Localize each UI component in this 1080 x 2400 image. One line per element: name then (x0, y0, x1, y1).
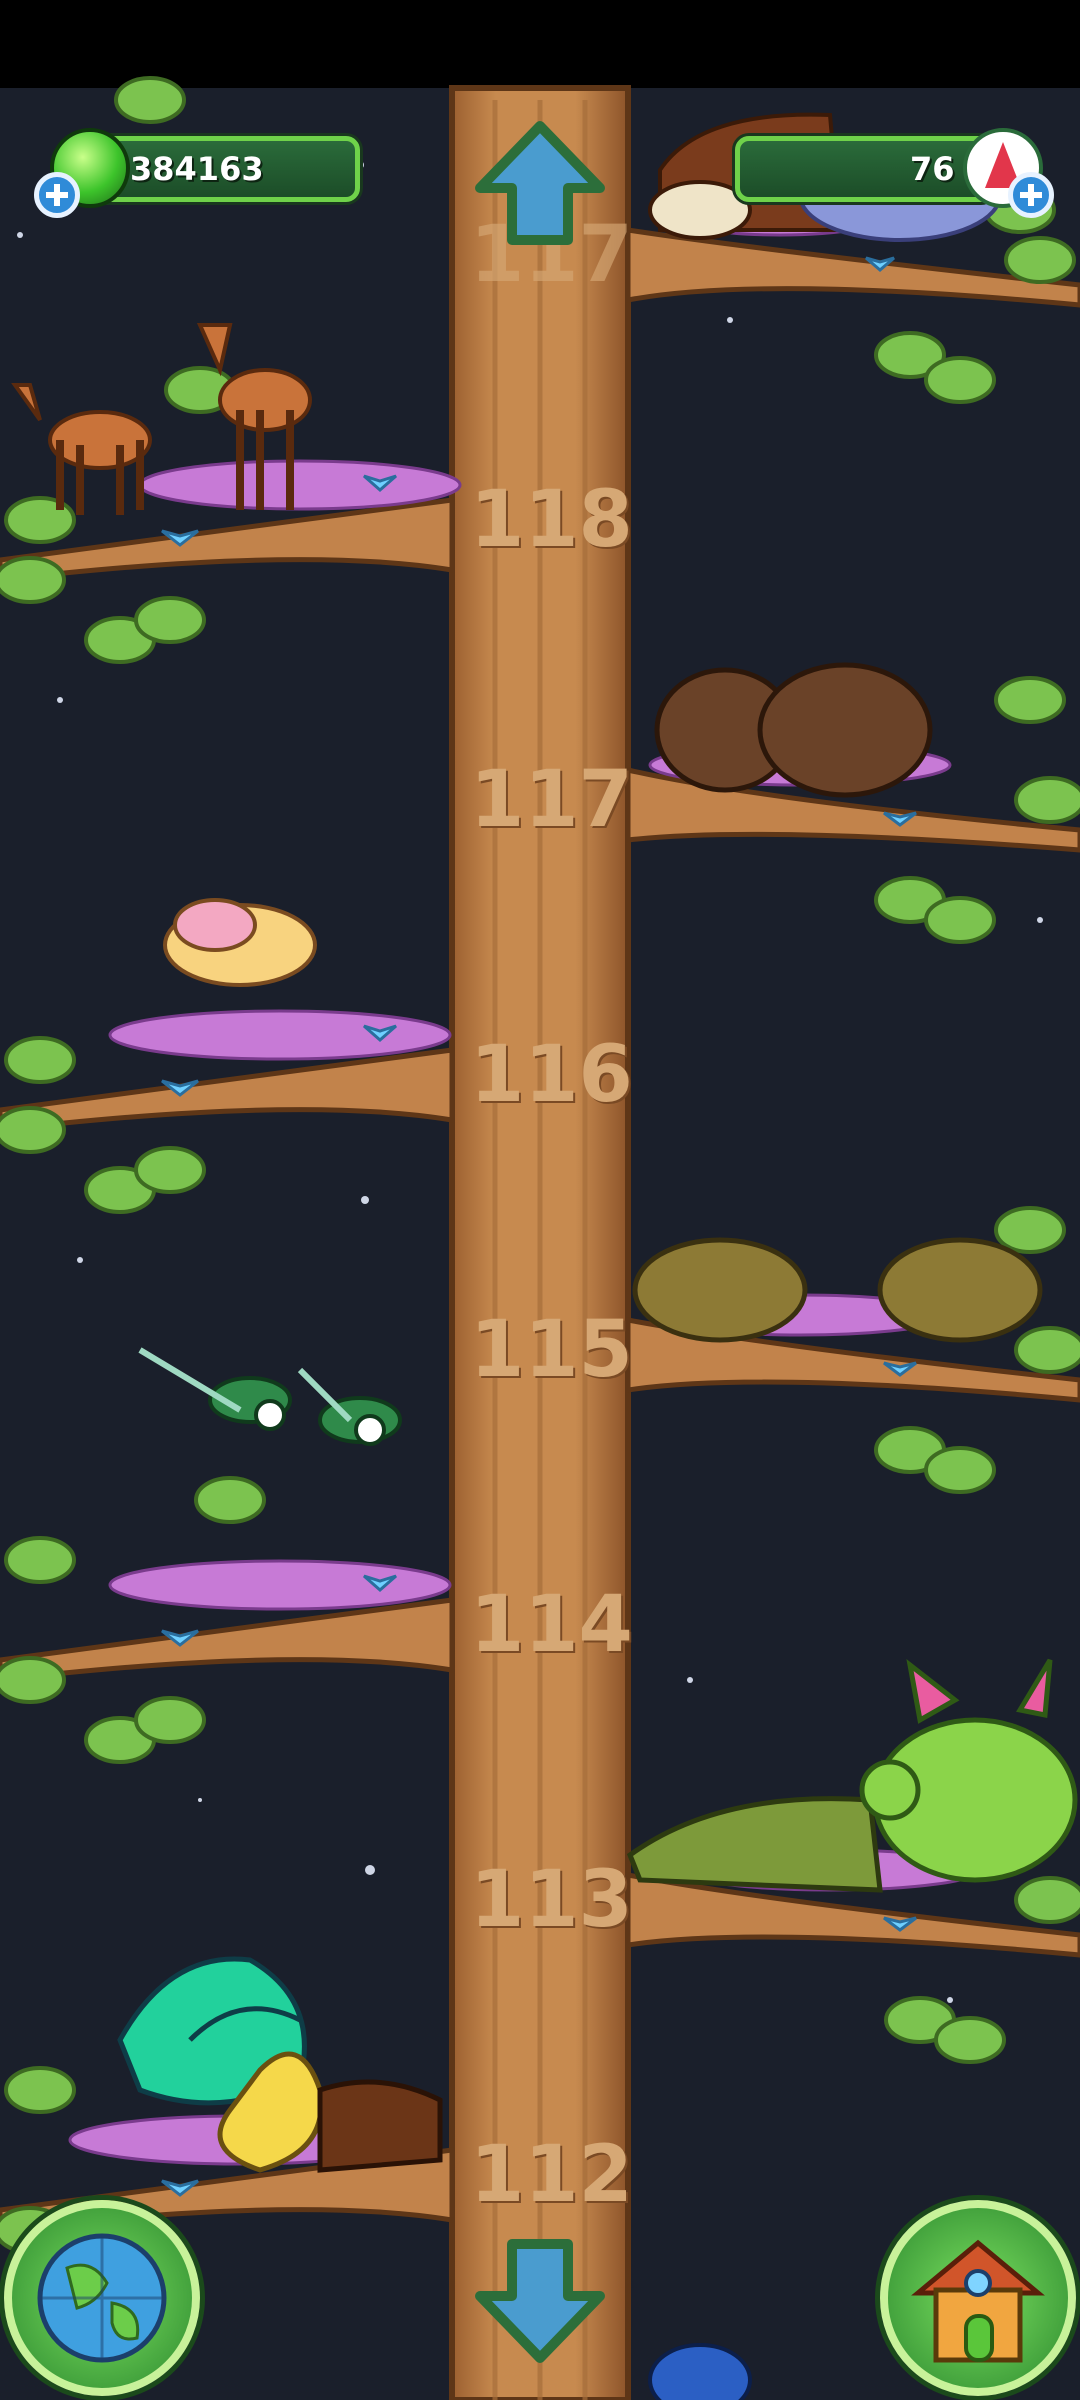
level-number: 117 (470, 755, 633, 845)
scroll-up-button[interactable] (470, 118, 610, 248)
gem-counter-bar (735, 136, 995, 202)
wombat-animal[interactable] (654, 662, 933, 798)
level-number: 113 (470, 1855, 633, 1945)
arrow-up-icon (475, 121, 605, 245)
scroll-down-button[interactable] (470, 2236, 610, 2366)
house-icon (911, 2239, 1045, 2363)
add-food-button[interactable] (34, 172, 80, 218)
level-number: 112 (470, 2130, 633, 2220)
add-gems-button[interactable] (1008, 172, 1054, 218)
bunny-animal[interactable] (163, 898, 317, 987)
crocodile-animal[interactable] (626, 1796, 883, 1893)
tree-scene (0, 0, 1080, 2400)
food-amount: 384163 (130, 150, 264, 188)
map-button[interactable] (4, 2200, 200, 2396)
game-scene: 117 118 117 116 115 114 113 112 384163 7… (0, 0, 1080, 2400)
dog-animal[interactable] (317, 2079, 443, 2173)
arrow-down-icon (475, 2239, 605, 2363)
home-button[interactable] (880, 2200, 1076, 2396)
level-number: 114 (470, 1580, 633, 1670)
level-number: 115 (470, 1305, 633, 1395)
gem-amount: 76 (910, 150, 955, 188)
food-counter[interactable]: 384163 (30, 128, 360, 218)
green-monster-animal[interactable] (859, 1658, 1078, 1883)
level-number: 118 (470, 475, 633, 565)
level-number: 116 (470, 1030, 633, 1120)
globe-icon (37, 2233, 167, 2363)
gem-counter[interactable]: 76 (735, 128, 1055, 218)
bird-animal[interactable] (648, 2343, 752, 2400)
dragonfly-animal[interactable] (138, 1347, 402, 1446)
